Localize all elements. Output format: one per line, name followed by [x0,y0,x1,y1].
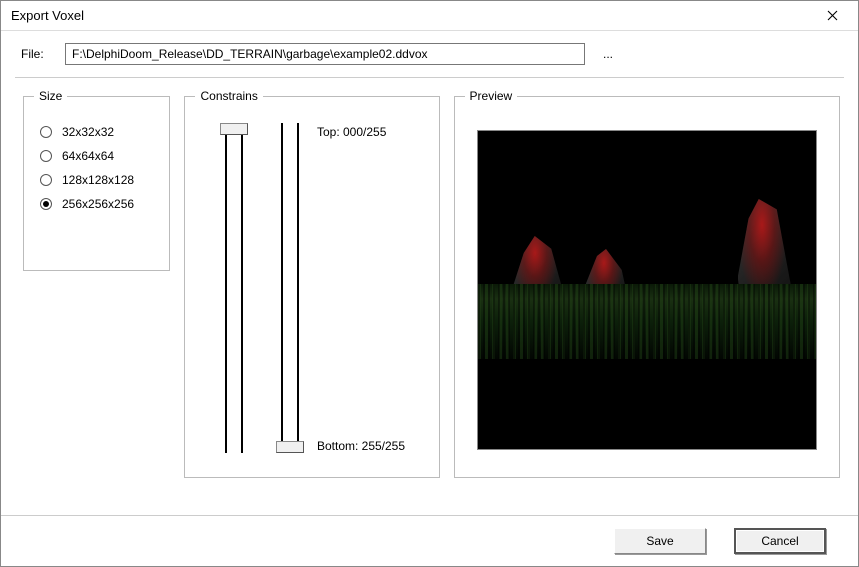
size-option-256[interactable]: 256x256x256 [40,197,153,211]
window-title: Export Voxel [11,8,84,23]
radio-icon [40,150,52,162]
slider-thumb[interactable] [220,123,248,135]
top-slider[interactable] [219,123,249,453]
slider-thumb[interactable] [276,441,304,453]
titlebar: Export Voxel [1,1,858,31]
size-group: Size 32x32x32 64x64x64 128x128x128 256x2… [23,96,170,271]
preview-legend: Preview [465,89,518,103]
preview-canvas [477,130,817,450]
close-button[interactable] [814,4,850,28]
slider-area [219,115,305,465]
preview-group: Preview [454,96,840,478]
size-option-label: 128x128x128 [62,173,134,187]
constrains-legend: Constrains [195,89,262,103]
constrain-labels: Top: 000/255 Bottom: 255/255 [317,115,405,465]
terrain-ground [478,284,816,359]
close-icon [827,10,838,21]
button-row: Save Cancel [1,516,858,566]
browse-button[interactable]: ... [599,47,617,61]
save-button[interactable]: Save [614,528,706,554]
constrains-group: Constrains Top: 000/255 Bottom: 255/255 [184,96,439,478]
file-path-input[interactable] [65,43,585,65]
radio-icon [40,126,52,138]
bottom-value-label: Bottom: 255/255 [317,439,405,453]
main-content: Size 32x32x32 64x64x64 128x128x128 256x2… [1,78,858,509]
radio-icon [40,174,52,186]
export-voxel-dialog: Export Voxel File: ... Size 32x32x32 64x… [0,0,859,567]
radio-icon [40,198,52,210]
slider-track [281,123,299,453]
size-legend: Size [34,89,67,103]
size-option-label: 32x32x32 [62,125,114,139]
size-option-32[interactable]: 32x32x32 [40,125,153,139]
size-option-128[interactable]: 128x128x128 [40,173,153,187]
bottom-slider[interactable] [275,123,305,453]
file-row: File: ... [1,31,858,75]
file-label: File: [21,47,51,61]
size-option-label: 64x64x64 [62,149,114,163]
size-option-64[interactable]: 64x64x64 [40,149,153,163]
top-value-label: Top: 000/255 [317,125,405,139]
size-option-label: 256x256x256 [62,197,134,211]
cancel-button[interactable]: Cancel [734,528,826,554]
slider-track [225,123,243,453]
